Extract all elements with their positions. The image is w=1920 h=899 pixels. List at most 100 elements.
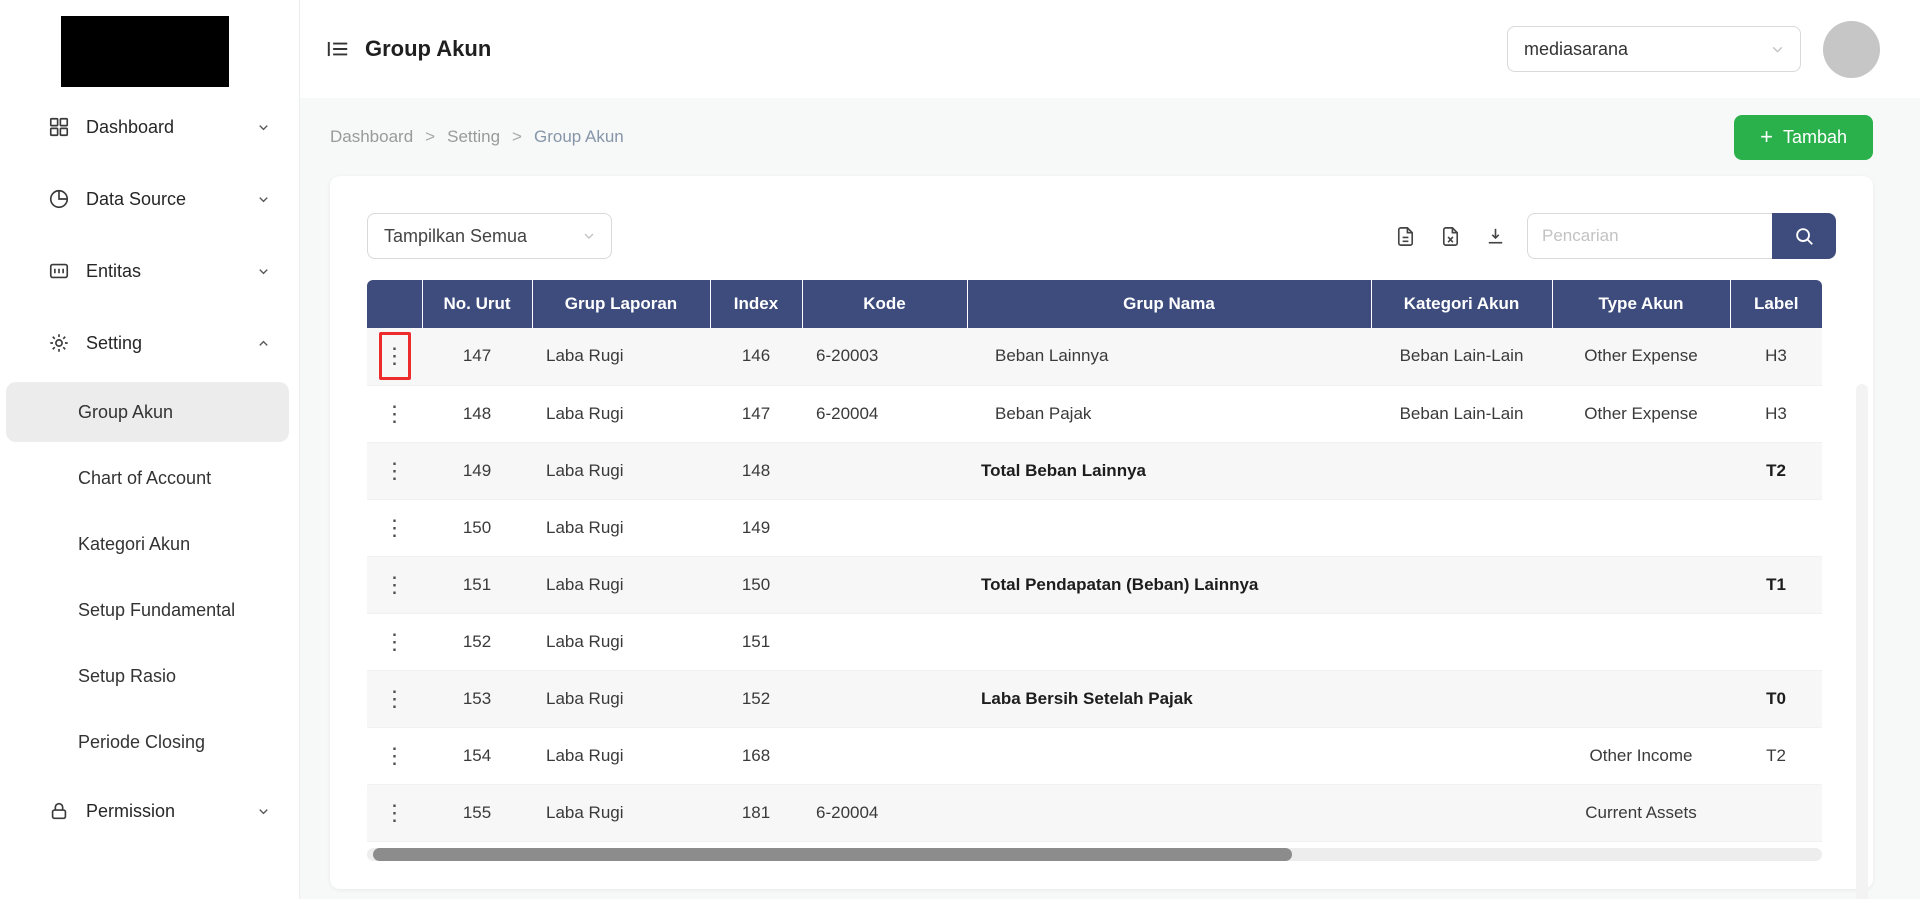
cell-kode bbox=[802, 727, 967, 784]
row-actions-menu[interactable]: ⋮ bbox=[379, 732, 411, 780]
sidebar-item-chart-of-account[interactable]: Chart of Account bbox=[6, 445, 289, 511]
table-row: ⋮ 147 Laba Rugi 146 6-20003 Beban Lainny… bbox=[367, 328, 1822, 385]
sidebar-item-entitas[interactable]: Entitas bbox=[0, 235, 299, 307]
cell-no-urut: 148 bbox=[422, 385, 532, 442]
breadcrumb-item-group-akun: Group Akun bbox=[534, 127, 624, 147]
cell-kategori-akun bbox=[1371, 613, 1552, 670]
search-input[interactable] bbox=[1527, 213, 1772, 259]
search-group bbox=[1527, 213, 1836, 259]
horizontal-scrollbar-track[interactable] bbox=[367, 848, 1822, 861]
chevron-down-icon bbox=[1769, 41, 1786, 58]
sidebar-toggle-icon[interactable] bbox=[325, 36, 351, 62]
row-actions-cell: ⋮ bbox=[367, 727, 422, 784]
kebab-menu-icon: ⋮ bbox=[384, 802, 406, 824]
cell-kode bbox=[802, 670, 967, 727]
cell-type-akun: Other Expense bbox=[1552, 328, 1730, 385]
cell-index: 149 bbox=[710, 499, 802, 556]
cell-kode bbox=[802, 499, 967, 556]
cell-label bbox=[1730, 784, 1822, 841]
table-row: ⋮ 152 Laba Rugi 151 bbox=[367, 613, 1822, 670]
cell-label: T2 bbox=[1730, 442, 1822, 499]
table-wrap: No. UrutGrup LaporanIndexKodeGrup NamaKa… bbox=[367, 280, 1836, 842]
cell-grup-nama bbox=[967, 613, 1371, 670]
cell-index: 168 bbox=[710, 727, 802, 784]
cell-label bbox=[1730, 613, 1822, 670]
sidebar-item-kategori-akun[interactable]: Kategori Akun bbox=[6, 511, 289, 577]
breadcrumb-item-setting[interactable]: Setting bbox=[447, 127, 500, 147]
cell-type-akun bbox=[1552, 442, 1730, 499]
import-icon[interactable] bbox=[1484, 225, 1507, 248]
filter-select-value: Tampilkan Semua bbox=[384, 226, 527, 247]
row-actions-menu[interactable]: ⋮ bbox=[379, 561, 411, 609]
breadcrumb: Dashboard > Setting > Group Akun bbox=[330, 127, 624, 147]
cell-kategori-akun bbox=[1371, 499, 1552, 556]
company-select[interactable]: mediasarana bbox=[1507, 26, 1801, 72]
cell-kategori-akun bbox=[1371, 442, 1552, 499]
kebab-menu-icon: ⋮ bbox=[384, 745, 406, 767]
sidebar-item-dashboard[interactable]: Dashboard bbox=[0, 91, 299, 163]
pie-chart-icon bbox=[48, 188, 70, 210]
export-excel-icon[interactable] bbox=[1439, 225, 1462, 248]
horizontal-scrollbar-thumb[interactable] bbox=[373, 848, 1292, 861]
cell-grup-nama: Laba Bersih Setelah Pajak bbox=[967, 670, 1371, 727]
sidebar-item-periode-closing[interactable]: Periode Closing bbox=[6, 709, 289, 775]
cell-grup-laporan: Laba Rugi bbox=[532, 613, 710, 670]
row-actions-menu[interactable]: ⋮ bbox=[379, 447, 411, 495]
vertical-scrollbar-track[interactable] bbox=[1856, 384, 1868, 899]
chevron-down-icon bbox=[256, 120, 271, 135]
cell-type-akun bbox=[1552, 670, 1730, 727]
filter-select[interactable]: Tampilkan Semua bbox=[367, 213, 612, 259]
table-row: ⋮ 151 Laba Rugi 150 Total Pendapatan (Be… bbox=[367, 556, 1822, 613]
chevron-down-icon bbox=[256, 804, 271, 819]
export-pdf-icon[interactable] bbox=[1394, 225, 1417, 248]
row-actions-menu[interactable]: ⋮ bbox=[379, 332, 411, 380]
cell-grup-nama: Total Beban Lainnya bbox=[967, 442, 1371, 499]
cell-type-akun bbox=[1552, 499, 1730, 556]
cell-grup-nama bbox=[967, 499, 1371, 556]
add-button[interactable]: + Tambah bbox=[1734, 115, 1873, 160]
chevron-up-icon bbox=[256, 336, 271, 351]
table-header-cell: Kode bbox=[802, 280, 967, 328]
row-actions-cell: ⋮ bbox=[367, 613, 422, 670]
row-actions-menu[interactable]: ⋮ bbox=[379, 675, 411, 723]
cell-index: 147 bbox=[710, 385, 802, 442]
row-actions-menu[interactable]: ⋮ bbox=[379, 618, 411, 666]
search-button[interactable] bbox=[1772, 213, 1836, 259]
sidebar-item-group-akun[interactable]: Group Akun bbox=[6, 382, 289, 442]
row-actions-cell: ⋮ bbox=[367, 499, 422, 556]
cell-grup-laporan: Laba Rugi bbox=[532, 784, 710, 841]
sidebar-item-permission[interactable]: Permission bbox=[0, 775, 299, 847]
sidebar-item-data-source[interactable]: Data Source bbox=[0, 163, 299, 235]
kebab-menu-icon: ⋮ bbox=[384, 403, 406, 425]
cell-kode bbox=[802, 442, 967, 499]
cell-label bbox=[1730, 499, 1822, 556]
row-actions-cell: ⋮ bbox=[367, 442, 422, 499]
cell-grup-laporan: Laba Rugi bbox=[532, 556, 710, 613]
sidebar-subitem-label: Setup Rasio bbox=[78, 666, 176, 687]
kebab-menu-icon: ⋮ bbox=[384, 574, 406, 596]
breadcrumb-item-dashboard[interactable]: Dashboard bbox=[330, 127, 413, 147]
row-actions-cell: ⋮ bbox=[367, 670, 422, 727]
cell-grup-nama bbox=[967, 784, 1371, 841]
company-select-value: mediasarana bbox=[1524, 39, 1628, 60]
cell-label: T0 bbox=[1730, 670, 1822, 727]
cell-label: T2 bbox=[1730, 727, 1822, 784]
cell-label: T1 bbox=[1730, 556, 1822, 613]
add-button-label: Tambah bbox=[1783, 127, 1847, 148]
row-actions-menu[interactable]: ⋮ bbox=[379, 789, 411, 837]
cell-index: 152 bbox=[710, 670, 802, 727]
sidebar-item-label: Setting bbox=[86, 333, 256, 354]
user-avatar[interactable] bbox=[1823, 21, 1880, 78]
sidebar-item-setup-rasio[interactable]: Setup Rasio bbox=[6, 643, 289, 709]
cell-grup-laporan: Laba Rugi bbox=[532, 442, 710, 499]
row-actions-cell: ⋮ bbox=[367, 328, 422, 385]
top-header: Group Akun mediasarana bbox=[300, 0, 1920, 98]
row-actions-menu[interactable]: ⋮ bbox=[379, 504, 411, 552]
card-toolbar: Tampilkan Semua bbox=[367, 213, 1836, 259]
cell-index: 150 bbox=[710, 556, 802, 613]
sidebar-item-setup-fundamental[interactable]: Setup Fundamental bbox=[6, 577, 289, 643]
cell-grup-laporan: Laba Rugi bbox=[532, 727, 710, 784]
row-actions-menu[interactable]: ⋮ bbox=[379, 390, 411, 438]
sidebar-subitem-label: Kategori Akun bbox=[78, 534, 190, 555]
sidebar-item-setting[interactable]: Setting bbox=[0, 307, 299, 379]
